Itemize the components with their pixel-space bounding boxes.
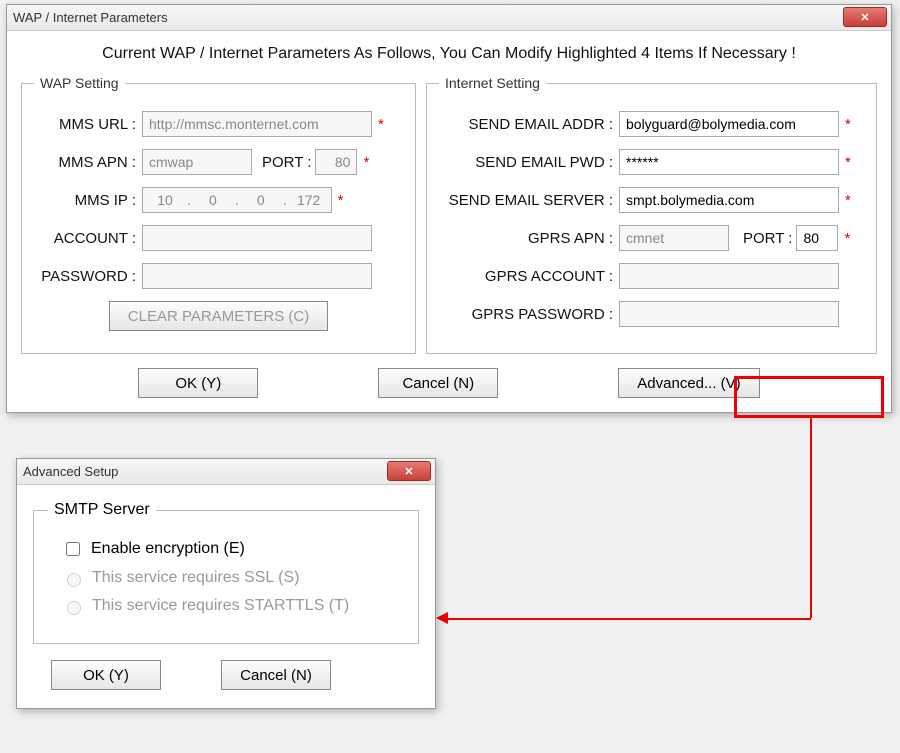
send-email-server-label: SEND EMAIL SERVER : (439, 192, 619, 209)
mms-ip-input[interactable]: . . . (142, 187, 332, 213)
ip-octet-1[interactable] (143, 188, 187, 212)
send-email-addr-input[interactable] (619, 111, 839, 137)
account-input[interactable] (142, 225, 372, 251)
wap-setting-group: WAP Setting MMS URL : * MMS APN : PORT :… (21, 75, 416, 354)
send-email-pwd-input[interactable] (619, 149, 839, 175)
cancel-button[interactable]: Cancel (N) (221, 660, 331, 690)
advanced-setup-dialog: Advanced Setup ✕ SMTP Server Enable encr… (16, 458, 436, 709)
ssl-radio[interactable] (67, 573, 81, 587)
mms-port-label: PORT : (252, 154, 315, 171)
arrow-head-icon (436, 612, 448, 624)
enable-encryption-checkbox[interactable] (66, 542, 80, 556)
ok-button[interactable]: OK (Y) (138, 368, 258, 398)
mms-port-input[interactable] (315, 149, 357, 175)
gprs-account-input[interactable] (619, 263, 839, 289)
gprs-port-label: PORT : (729, 230, 796, 247)
arrow-line (448, 618, 811, 620)
mms-ip-label: MMS IP : (34, 192, 142, 209)
starttls-label: This service requires STARTTLS (T) (92, 597, 349, 615)
required-marker: * (845, 192, 851, 209)
wap-internet-dialog: WAP / Internet Parameters ✕ Current WAP … (6, 4, 892, 413)
wap-legend: WAP Setting (34, 75, 125, 91)
send-email-addr-label: SEND EMAIL ADDR : (439, 116, 619, 133)
gprs-account-label: GPRS ACCOUNT : (439, 268, 619, 285)
required-marker: * (378, 116, 384, 133)
ssl-label: This service requires SSL (S) (92, 569, 299, 587)
required-marker: * (845, 154, 851, 171)
gprs-apn-label: GPRS APN : (439, 230, 619, 247)
password-input[interactable] (142, 263, 372, 289)
window-title: Advanced Setup (23, 464, 118, 479)
titlebar: WAP / Internet Parameters ✕ (7, 5, 891, 31)
internet-setting-group: Internet Setting SEND EMAIL ADDR : * SEN… (426, 75, 877, 354)
send-email-pwd-label: SEND EMAIL PWD : (439, 154, 619, 171)
account-label: ACCOUNT : (34, 230, 142, 247)
password-label: PASSWORD : (34, 268, 142, 285)
instruction-text: Current WAP / Internet Parameters As Fol… (21, 45, 877, 63)
window-title: WAP / Internet Parameters (13, 10, 168, 25)
send-email-server-input[interactable] (619, 187, 839, 213)
starttls-radio[interactable] (67, 601, 81, 615)
advanced-button[interactable]: Advanced... (V) (618, 368, 759, 398)
ip-octet-3[interactable] (239, 188, 283, 212)
close-icon: ✕ (860, 11, 869, 24)
enable-encryption-label: Enable encryption (E) (91, 540, 245, 558)
required-marker: * (363, 154, 369, 171)
gprs-apn-input[interactable] (619, 225, 729, 251)
ip-octet-2[interactable] (191, 188, 235, 212)
cancel-button[interactable]: Cancel (N) (378, 368, 498, 398)
mms-apn-label: MMS APN : (34, 154, 142, 171)
mms-url-input[interactable] (142, 111, 372, 137)
titlebar: Advanced Setup ✕ (17, 459, 435, 485)
gprs-password-label: GPRS PASSWORD : (439, 306, 619, 323)
gprs-port-input[interactable] (796, 225, 838, 251)
ok-button[interactable]: OK (Y) (51, 660, 161, 690)
mms-url-label: MMS URL : (34, 116, 142, 133)
close-button[interactable]: ✕ (387, 461, 431, 481)
arrow-line (810, 418, 812, 618)
gprs-password-input[interactable] (619, 301, 839, 327)
internet-legend: Internet Setting (439, 75, 546, 91)
close-icon: ✕ (404, 465, 413, 478)
ip-octet-4[interactable] (287, 188, 331, 212)
smtp-legend: SMTP Server (48, 501, 156, 519)
required-marker: * (844, 230, 850, 247)
mms-apn-input[interactable] (142, 149, 252, 175)
required-marker: * (338, 192, 344, 209)
close-button[interactable]: ✕ (843, 7, 887, 27)
required-marker: * (845, 116, 851, 133)
smtp-server-group: SMTP Server Enable encryption (E) This s… (33, 501, 419, 644)
clear-parameters-button[interactable]: CLEAR PARAMETERS (C) (109, 301, 328, 331)
